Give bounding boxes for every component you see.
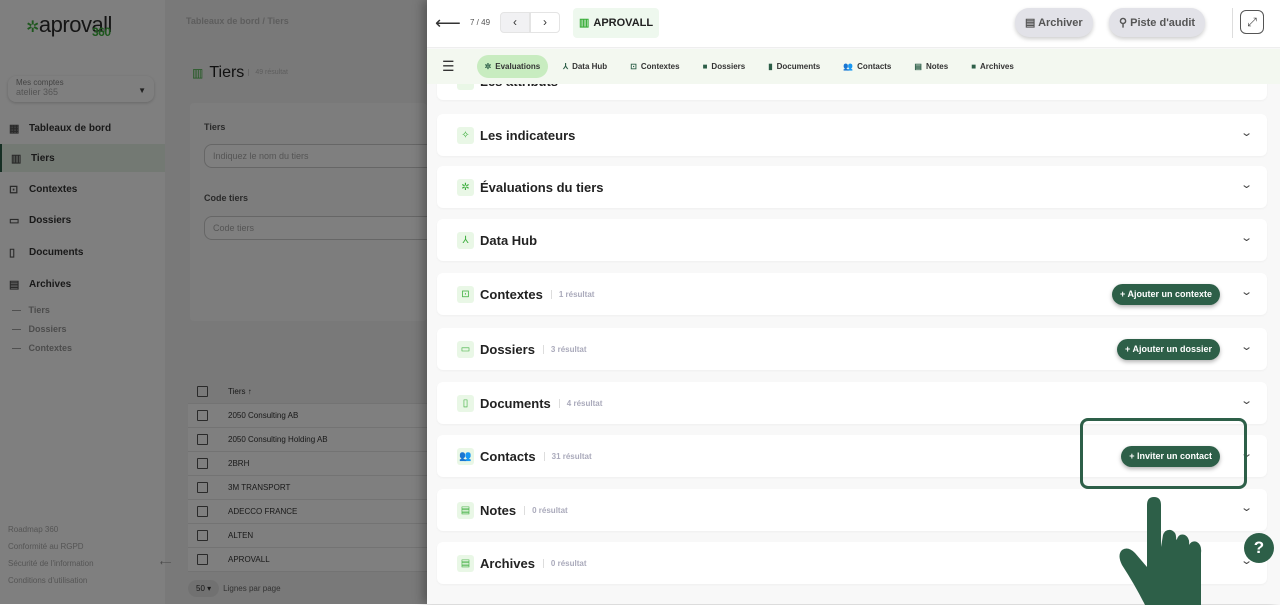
chevron-down-icon[interactable]: ⌄	[1240, 231, 1253, 244]
chevron-down-icon[interactable]: ⌄	[1240, 501, 1253, 514]
archive-icon: ▤	[1025, 17, 1036, 29]
folder-icon: ▭	[457, 340, 474, 358]
menu-icon[interactable]: ☰	[442, 58, 455, 75]
section-indicateurs[interactable]: ✧ Les indicateurs ⌄	[437, 114, 1267, 156]
evaluation-icon: ✲	[457, 178, 474, 196]
pointing-hand-icon	[1119, 497, 1202, 605]
audit-icon: ⚲	[1119, 17, 1128, 29]
tab-data-hub[interactable]: ⅄Data Hub	[555, 55, 615, 78]
entity-badge: ▥ APROVALL	[573, 8, 659, 38]
back-arrow-icon[interactable]: ⟵	[435, 13, 461, 34]
add-dossier-button[interactable]: + Ajouter un dossier	[1117, 339, 1220, 360]
document-icon: ▯	[457, 394, 474, 412]
data-hub-icon: ⅄	[457, 231, 474, 249]
divider	[1232, 8, 1233, 38]
section-data-hub[interactable]: ⅄ Data Hub ⌄	[437, 219, 1267, 261]
notes-icon: ▤	[457, 501, 474, 519]
expand-icon[interactable]: ⤢	[1240, 10, 1264, 34]
tab-evaluations[interactable]: ✲Evaluations	[476, 55, 549, 78]
contacts-icon: 👥	[457, 447, 474, 465]
modal-overlay[interactable]	[0, 0, 427, 604]
tab-contextes[interactable]: ⊡Contextes	[622, 55, 687, 78]
archive-button[interactable]: ▤ Archiver	[1015, 8, 1093, 37]
tab-dossiers[interactable]: ■Dossiers	[695, 55, 754, 78]
add-context-button[interactable]: + Ajouter un contexte	[1112, 284, 1220, 305]
highlight-box	[1080, 418, 1247, 489]
audit-trail-button[interactable]: ⚲ Piste d'audit	[1109, 8, 1206, 37]
tiers-detail-drawer: ⟵ 7 / 49 ‹ › ▥ APROVALL ▤ Archiver ⚲ Pist…	[427, 0, 1280, 605]
tab-archives[interactable]: ■Archives	[963, 55, 1022, 78]
record-counter: 7 / 49	[470, 18, 491, 27]
tab-notes[interactable]: ▤Notes	[906, 55, 956, 78]
building-icon: ▥	[579, 17, 590, 29]
section-evaluations[interactable]: ✲ Évaluations du tiers ⌄	[437, 166, 1267, 208]
tab-documents[interactable]: ▮Documents	[760, 55, 828, 78]
section-contextes[interactable]: ⊡ Contextes 1 résultat + Ajouter un context…	[437, 273, 1267, 315]
chevron-down-icon[interactable]: ⌄	[1240, 126, 1253, 139]
drawer-header: ⟵ 7 / 49 ‹ › ▥ APROVALL ▤ Archiver ⚲ Pist…	[427, 0, 1280, 48]
help-button[interactable]: ?	[1244, 533, 1274, 563]
next-button[interactable]: ›	[530, 12, 560, 33]
section-dossiers[interactable]: ▭ Dossiers 3 résultat + Ajouter un dossier ⌄	[437, 328, 1267, 370]
tab-contacts[interactable]: 👥Contacts	[835, 55, 899, 78]
briefcase-icon: ⊡	[457, 285, 474, 303]
tab-bar: ☰ ✲ Evaluations ⅄ Data Hub ⊡ Contextes ■ Dos…	[427, 49, 1280, 84]
archive-icon: ▤	[457, 554, 474, 572]
previous-button[interactable]: ‹	[500, 12, 530, 33]
chevron-down-icon[interactable]: ⌄	[1240, 340, 1253, 353]
chevron-down-icon[interactable]: ⌄	[1240, 394, 1253, 407]
chevron-down-icon[interactable]: ⌄	[1240, 178, 1253, 191]
indicator-icon: ✧	[457, 126, 474, 144]
chevron-down-icon[interactable]: ⌄	[1240, 285, 1253, 298]
